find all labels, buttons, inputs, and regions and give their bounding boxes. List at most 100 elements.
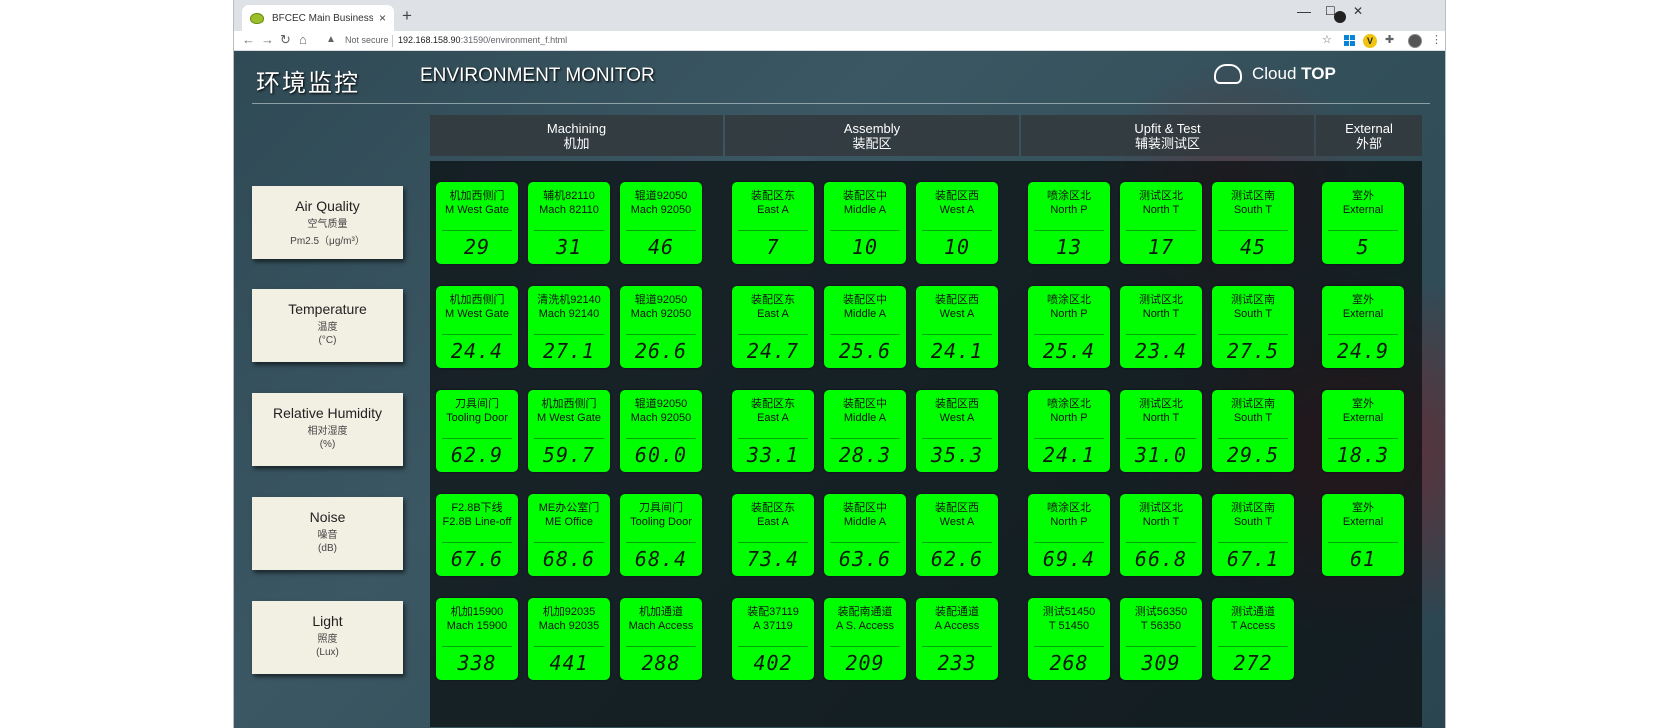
sensor-tile[interactable]: 刀具间门 Tooling Door 68.4 [620, 494, 702, 576]
tile-divider [1218, 646, 1288, 647]
metric-label-en: Relative Humidity [273, 405, 382, 421]
sensor-tile[interactable]: 装配区东 East A 7 [732, 182, 814, 264]
windows-extension-icon[interactable] [1344, 35, 1355, 46]
tab-strip: BFCEC Main Business Process × + — ☐ ✕ [234, 0, 1445, 31]
sensor-location-en: Middle A [843, 516, 887, 528]
sensor-tile[interactable]: 测试区南 South T 29.5 [1212, 390, 1294, 472]
tile-divider [1034, 334, 1104, 335]
sensor-tile[interactable]: 装配37119 A 37119 402 [732, 598, 814, 680]
back-arrow-icon[interactable]: ← [242, 32, 255, 48]
tab-close-icon[interactable]: × [379, 11, 386, 25]
sensor-value: 29.5 [1226, 443, 1280, 467]
sensor-tile[interactable]: 装配区西 West A 24.1 [916, 286, 998, 368]
sensor-tile[interactable]: 装配区中 Middle A 63.6 [824, 494, 906, 576]
tab-title: BFCEC Main Business Process [272, 12, 373, 24]
sensor-tile[interactable]: 测试区南 South T 67.1 [1212, 494, 1294, 576]
sensor-tile[interactable]: 装配区西 West A 35.3 [916, 390, 998, 472]
sensor-tile[interactable]: 辅机82110 Mach 82110 31 [528, 182, 610, 264]
tile-divider [922, 438, 992, 439]
bookmark-star-icon[interactable]: ☆ [1322, 33, 1332, 47]
metric-label-cn: 空气质量 [307, 219, 348, 230]
close-window-button[interactable]: ✕ [1353, 4, 1363, 18]
not-secure-label[interactable]: Not secure [345, 35, 389, 45]
sensor-tile[interactable]: 辊道92050 Mach 92050 46 [620, 182, 702, 264]
sensor-tile[interactable]: ME办公室门 ME Office 68.6 [528, 494, 610, 576]
sensor-tile[interactable]: 测试通道 T Access 272 [1212, 598, 1294, 680]
extensions-puzzle-icon[interactable]: ✚ [1385, 33, 1394, 47]
sensor-location-en: Mach 92050 [630, 204, 692, 216]
minimize-button[interactable]: — [1297, 3, 1311, 19]
sensor-tile[interactable]: 刀具间门 Tooling Door 62.9 [436, 390, 518, 472]
sensor-tile[interactable]: 测试区北 North T 23.4 [1120, 286, 1202, 368]
sensor-tile[interactable]: 测试区南 South T 45 [1212, 182, 1294, 264]
sensor-location-en: M West Gate [537, 412, 601, 424]
sensor-tile[interactable]: 装配区东 East A 24.7 [732, 286, 814, 368]
sensor-value: 27.1 [542, 339, 596, 363]
sensor-location-cn: 机加15900 [450, 606, 504, 618]
sensor-value: 35.3 [930, 443, 984, 467]
profile-avatar[interactable] [1408, 34, 1422, 48]
sensor-tile[interactable]: 机加92035 Mach 92035 441 [528, 598, 610, 680]
new-tab-button[interactable]: + [402, 6, 412, 26]
sensor-tile[interactable]: 装配区中 Middle A 28.3 [824, 390, 906, 472]
maximize-button[interactable]: ☐ [1325, 4, 1336, 18]
sensor-location-cn: 机加西侧门 [449, 190, 505, 202]
sensor-tile[interactable]: 喷涂区北 North P 69.4 [1028, 494, 1110, 576]
address-bar[interactable]: 192.168.158.90:31590/environment_f.html [398, 35, 567, 45]
sensor-tile[interactable]: 机加西侧门 M West Gate 59.7 [528, 390, 610, 472]
sensor-value: 338 [457, 651, 497, 675]
sensor-tile[interactable]: 机加西侧门 M West Gate 24.4 [436, 286, 518, 368]
reload-icon[interactable]: ↻ [280, 32, 291, 48]
sensor-value: 31.0 [1134, 443, 1188, 467]
sensor-tile[interactable]: 装配区东 East A 33.1 [732, 390, 814, 472]
sensor-tile[interactable]: 辊道92050 Mach 92050 26.6 [620, 286, 702, 368]
sensor-tile[interactable]: 机加通道 Mach Access 288 [620, 598, 702, 680]
sensor-location-cn: 测试区南 [1231, 190, 1275, 202]
sensor-value: 309 [1141, 651, 1181, 675]
sensor-location-en: Mach Access [628, 620, 694, 632]
sensor-tile[interactable]: 装配区西 West A 62.6 [916, 494, 998, 576]
sensor-location-cn: 喷涂区北 [1047, 502, 1091, 514]
sensor-tile[interactable]: 装配南通道 A S. Access 209 [824, 598, 906, 680]
sensor-tile[interactable]: 机加15900 Mach 15900 338 [436, 598, 518, 680]
browser-menu-icon[interactable]: ⋮ [1431, 33, 1442, 47]
sensor-tile[interactable]: 装配区东 East A 73.4 [732, 494, 814, 576]
sensor-location-cn: 刀具间门 [639, 502, 683, 514]
profile-indicator-icon[interactable] [1334, 11, 1346, 23]
v-extension-icon[interactable]: V [1363, 34, 1377, 48]
sensor-tile[interactable]: 装配通道 A Access 233 [916, 598, 998, 680]
sensor-location-cn: 装配区西 [935, 398, 979, 410]
sensor-tile[interactable]: 喷涂区北 North P 24.1 [1028, 390, 1110, 472]
sensor-tile[interactable]: 室外 External 24.9 [1322, 286, 1404, 368]
sensor-tile[interactable]: 装配区西 West A 10 [916, 182, 998, 264]
home-icon[interactable]: ⌂ [299, 32, 307, 48]
warning-icon[interactable]: ▲ [326, 34, 336, 45]
sensor-tile[interactable]: 辊道92050 Mach 92050 60.0 [620, 390, 702, 472]
sensor-tile[interactable]: 测试区北 North T 66.8 [1120, 494, 1202, 576]
sensor-tile[interactable]: 测试51450 T 51450 268 [1028, 598, 1110, 680]
sensor-tile[interactable]: 室外 External 5 [1322, 182, 1404, 264]
sensor-tile[interactable]: 测试区南 South T 27.5 [1212, 286, 1294, 368]
sensor-tile[interactable]: 装配区中 Middle A 10 [824, 182, 906, 264]
sensor-value: 45 [1239, 235, 1267, 259]
browser-tab[interactable]: BFCEC Main Business Process × [242, 5, 394, 31]
sensor-tile[interactable]: 室外 External 61 [1322, 494, 1404, 576]
sensor-location-en: South T [1233, 412, 1273, 424]
sensor-tile[interactable]: 测试区北 North T 17 [1120, 182, 1202, 264]
sensor-tile[interactable]: 喷涂区北 North P 13 [1028, 182, 1110, 264]
sensor-tile[interactable]: 清洗机92140 Mach 92140 27.1 [528, 286, 610, 368]
sensor-tile[interactable]: 装配区中 Middle A 25.6 [824, 286, 906, 368]
sensor-tile[interactable]: 测试区北 North T 31.0 [1120, 390, 1202, 472]
sensor-tile[interactable]: 室外 External 18.3 [1322, 390, 1404, 472]
brand-name-top: TOP [1301, 64, 1336, 83]
tile-divider [830, 646, 900, 647]
forward-arrow-icon[interactable]: → [261, 32, 274, 48]
metric-label: Temperature 温度 (°C) [252, 289, 403, 362]
sensor-tile[interactable]: 机加西侧门 M West Gate 29 [436, 182, 518, 264]
sensor-location-en: West A [939, 412, 975, 424]
sensor-value: 18.3 [1336, 443, 1390, 467]
sensor-tile[interactable]: F2.8B下线 F2.8B Line-off 67.6 [436, 494, 518, 576]
sensor-tile[interactable]: 喷涂区北 North P 25.4 [1028, 286, 1110, 368]
group-header-en: External [1345, 121, 1393, 136]
sensor-tile[interactable]: 测试56350 T 56350 309 [1120, 598, 1202, 680]
